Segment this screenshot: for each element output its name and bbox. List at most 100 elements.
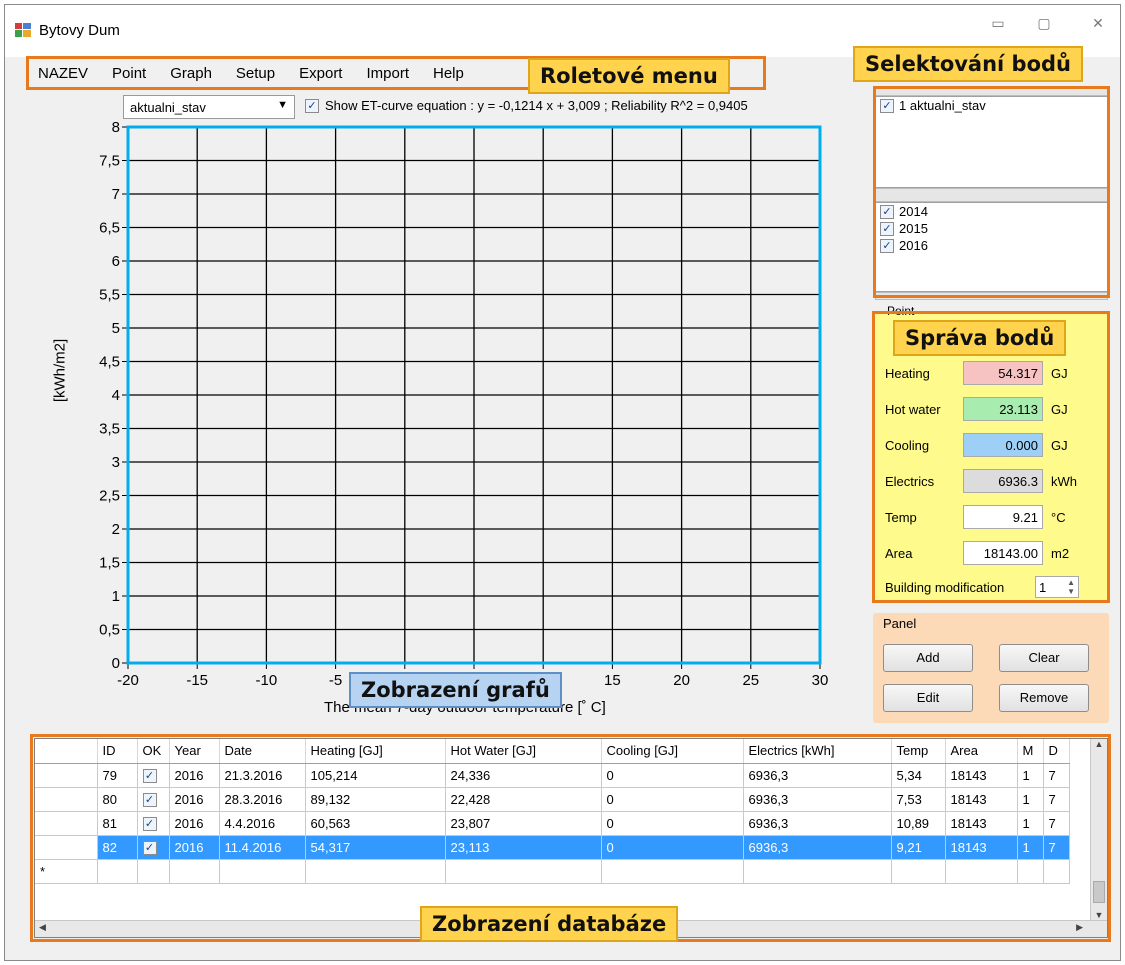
col-header-cooling[interactable]: Cooling [GJ] (601, 739, 744, 764)
cell-id[interactable]: 81 (97, 811, 138, 836)
cell-date[interactable]: 21.3.2016 (219, 763, 306, 788)
hot-water-field[interactable]: 23.113 (963, 397, 1043, 421)
cell-d[interactable]: 7 (1043, 763, 1070, 788)
vertical-scroll-thumb[interactable] (1093, 881, 1105, 903)
col-header-m[interactable]: M (1017, 739, 1044, 764)
scroll-right-icon[interactable]: ▶ (1076, 922, 1083, 933)
year-checkbox[interactable]: ✓ (880, 238, 894, 253)
cell-d[interactable]: 7 (1043, 787, 1070, 812)
list-item[interactable]: ✓ 1 aktualni_stav (876, 97, 1107, 114)
row-header[interactable] (35, 811, 98, 836)
cell-hot-water[interactable]: 23,807 (445, 811, 602, 836)
col-header-year[interactable]: Year (169, 739, 220, 764)
list-item[interactable]: ✓ 2016 (876, 237, 1107, 254)
cell-cooling[interactable]: 0 (601, 763, 744, 788)
building-mod-stepper[interactable]: 1 ▲ ▼ (1035, 576, 1079, 598)
col-header-heating[interactable]: Heating [GJ] (305, 739, 446, 764)
remove-button[interactable]: Remove (999, 684, 1089, 712)
cell-hot-water[interactable]: 23,113 (445, 835, 602, 860)
menu-import[interactable]: Import (354, 65, 421, 82)
cell-cooling[interactable]: 0 (601, 835, 744, 860)
cell-heating[interactable]: 60,563 (305, 811, 446, 836)
col-header-hot-water[interactable]: Hot Water [GJ] (445, 739, 602, 764)
table-row[interactable]: 79 ✓ 2016 21.3.2016 105,214 24,336 0 693… (35, 763, 1070, 788)
table-row-selected[interactable]: ▶ 82 ✓ 2016 11.4.2016 54,317 23,113 0 69… (35, 835, 1070, 860)
cell-cooling[interactable]: 0 (601, 811, 744, 836)
cell-date[interactable]: 4.4.2016 (219, 811, 306, 836)
table-row[interactable]: 81 ✓ 2016 4.4.2016 60,563 23,807 0 6936,… (35, 811, 1070, 836)
scroll-down-icon[interactable]: ▼ (1091, 910, 1107, 920)
cell-d[interactable]: 7 (1043, 811, 1070, 836)
cell-electrics[interactable]: 6936,3 (743, 811, 892, 836)
cell-area[interactable]: 18143 (945, 763, 1018, 788)
cell-id[interactable]: 80 (97, 787, 138, 812)
heating-field[interactable]: 54.317 (963, 361, 1043, 385)
list-item[interactable]: ✓ 2014 (876, 203, 1107, 220)
cell-cooling[interactable]: 0 (601, 787, 744, 812)
cell-m[interactable]: 1 (1017, 763, 1044, 788)
list-item[interactable]: ✓ 2015 (876, 220, 1107, 237)
cell-heating[interactable]: 89,132 (305, 787, 446, 812)
edit-button[interactable]: Edit (883, 684, 973, 712)
cell-date[interactable]: 28.3.2016 (219, 787, 306, 812)
cell-temp[interactable]: 5,34 (891, 763, 946, 788)
cell-date[interactable]: 11.4.2016 (219, 835, 306, 860)
table-row[interactable]: 80 ✓ 2016 28.3.2016 89,132 22,428 0 6936… (35, 787, 1070, 812)
row-header[interactable] (35, 787, 98, 812)
cell-m[interactable]: 1 (1017, 835, 1044, 860)
menu-help[interactable]: Help (421, 65, 476, 82)
year-list[interactable]: ✓ 2014 ✓ 2015 ✓ 2016 (875, 202, 1108, 292)
cell-id[interactable]: 79 (97, 763, 138, 788)
col-header-date[interactable]: Date (219, 739, 306, 764)
year-checkbox[interactable]: ✓ (880, 221, 894, 236)
cell-ok[interactable]: ✓ (137, 835, 170, 860)
cell-hot-water[interactable]: 22,428 (445, 787, 602, 812)
col-header-id[interactable]: ID (97, 739, 138, 764)
dataset-checkbox[interactable]: ✓ (880, 98, 894, 113)
menu-setup[interactable]: Setup (224, 65, 287, 82)
cell-area[interactable]: 18143 (945, 835, 1018, 860)
cell-temp[interactable]: 10,89 (891, 811, 946, 836)
current-row-icon[interactable]: ▶ (35, 835, 98, 860)
scroll-up-icon[interactable]: ▲ (1091, 739, 1107, 749)
selection-splitter-top[interactable] (875, 88, 1108, 96)
cell-ok[interactable]: ✓ (137, 811, 170, 836)
cell-m[interactable]: 1 (1017, 787, 1044, 812)
col-header-electrics[interactable]: Electrics [kWh] (743, 739, 892, 764)
selection-splitter-bottom[interactable] (875, 292, 1108, 300)
minimize-icon[interactable]: ▭ (985, 13, 1011, 33)
area-field[interactable]: 18143.00 (963, 541, 1043, 565)
col-header-temp[interactable]: Temp (891, 739, 946, 764)
menu-point[interactable]: Point (100, 65, 158, 82)
new-row-marker[interactable]: * (35, 859, 98, 884)
cell-m[interactable]: 1 (1017, 811, 1044, 836)
cell-temp[interactable]: 9,21 (891, 835, 946, 860)
cell-hot-water[interactable]: 24,336 (445, 763, 602, 788)
cell-d[interactable]: 7 (1043, 835, 1070, 860)
menu-export[interactable]: Export (287, 65, 354, 82)
dataset-list[interactable]: ✓ 1 aktualni_stav (875, 96, 1108, 188)
cell-electrics[interactable]: 6936,3 (743, 835, 892, 860)
year-checkbox[interactable]: ✓ (880, 204, 894, 219)
scroll-left-icon[interactable]: ◀ (39, 922, 46, 933)
cell-electrics[interactable]: 6936,3 (743, 787, 892, 812)
temp-field[interactable]: 9.21 (963, 505, 1043, 529)
electrics-field[interactable]: 6936.3 (963, 469, 1043, 493)
cell-area[interactable]: 18143 (945, 787, 1018, 812)
cooling-field[interactable]: 0.000 (963, 433, 1043, 457)
cell-ok[interactable]: ✓ (137, 787, 170, 812)
cell-year[interactable]: 2016 (169, 811, 220, 836)
cell-heating[interactable]: 54,317 (305, 835, 446, 860)
cell-year[interactable]: 2016 (169, 787, 220, 812)
close-icon[interactable]: ✕ (1085, 13, 1111, 33)
cell-id[interactable]: 82 (97, 835, 138, 860)
cell-year[interactable]: 2016 (169, 763, 220, 788)
menu-graph[interactable]: Graph (158, 65, 224, 82)
cell-area[interactable]: 18143 (945, 811, 1018, 836)
col-header-area[interactable]: Area (945, 739, 1018, 764)
row-header[interactable] (35, 763, 98, 788)
add-button[interactable]: Add (883, 644, 973, 672)
cell-ok[interactable]: ✓ (137, 763, 170, 788)
maximize-icon[interactable]: ▢ (1031, 13, 1057, 33)
cell-year[interactable]: 2016 (169, 835, 220, 860)
